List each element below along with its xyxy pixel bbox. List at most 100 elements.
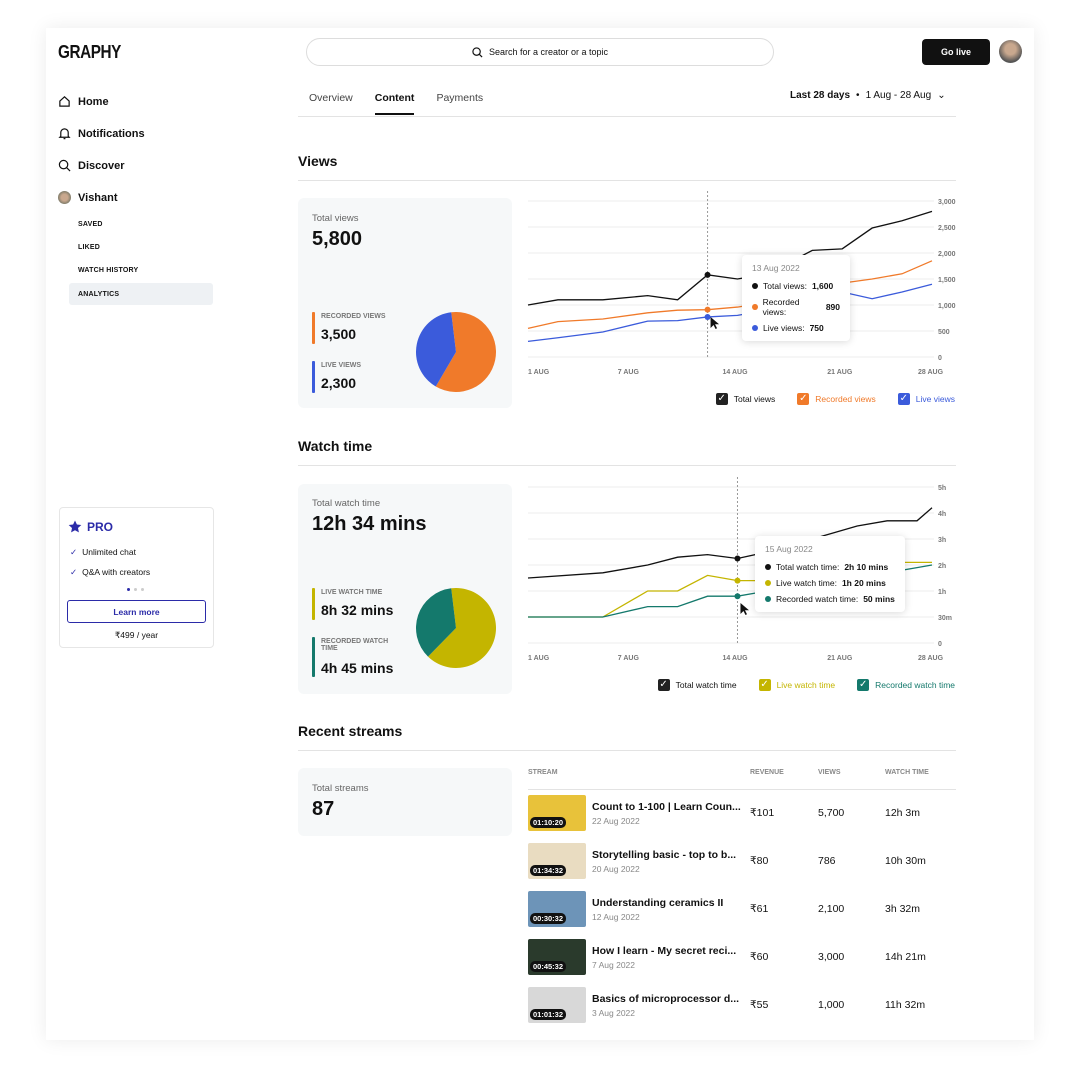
sidebar-item-profile[interactable]: Vishant [58,191,118,204]
hover-point [734,577,741,584]
column-header-revenue: REVENUE [750,769,784,776]
watch-legend: ✓ Total watch time ✓ Live watch time ✓ Reco… [657,679,955,691]
views-pie-chart [416,312,496,392]
stream-title[interactable]: Basics of microprocessor d... [592,993,756,1005]
sidebar-item-notifications[interactable]: Notifications [58,127,145,140]
table-row[interactable]: 00:45:32 How I learn - My secret reci...… [528,937,956,977]
legend-live-watch[interactable]: ✓ Live watch time [758,679,835,691]
stream-revenue: ₹101 [750,807,775,819]
column-header-views: VIEWS [818,769,841,776]
recorded-watch-value: 4h 45 mins [321,660,394,676]
date-range-select[interactable]: Last 28 days • 1 Aug - 28 Aug ⌄ [790,90,946,101]
tab-payments[interactable]: Payments [436,92,483,115]
hover-point [704,306,711,313]
search-placeholder: Search for a creator or a topic [488,47,609,57]
chevron-down-icon: ⌄ [937,90,946,101]
tab-content[interactable]: Content [374,92,415,115]
sidebar-item-liked[interactable]: LIKED [78,244,100,251]
stream-title[interactable]: Understanding ceramics II [592,897,756,909]
y-tick-label: 2,000 [938,251,956,258]
column-header-watch-time: WATCH TIME [885,769,929,776]
avatar[interactable] [999,40,1022,63]
stream-thumbnail[interactable]: 00:30:32 [528,891,586,927]
stream-thumbnail[interactable]: 00:45:32 [528,939,586,975]
sidebar-item-label: Home [78,95,109,108]
duration-badge: 01:10:20 [530,817,567,828]
sidebar-item-saved[interactable]: SAVED [78,221,103,228]
sidebar-item-label: Notifications [78,127,145,140]
legend-total-views[interactable]: ✓ Total views [715,393,775,405]
sidebar-item-home[interactable]: Home [58,95,109,108]
tooltip-date: 13 Aug 2022 [752,263,800,273]
sidebar-item-label: Vishant [78,191,118,204]
table-row[interactable]: 00:30:32 Understanding ceramics II 12 Aug… [528,889,956,929]
recorded-views-value: 3,500 [321,326,357,342]
series-line [527,210,933,306]
watch-summary: Total watch time 12h 34 mins LIVE WATCH … [298,484,512,694]
x-tick-label: 21 AUG [827,369,853,376]
star-badge-icon [68,520,82,533]
logo[interactable]: GRAPHY [58,42,121,63]
x-tick-label: 28 AUG [918,369,944,376]
views-tooltip: 13 Aug 2022 Total views: 1,600 Recorded v… [742,255,850,341]
x-tick-label: 7 AUG [618,655,640,662]
checkbox-icon: ✓ [715,393,728,405]
go-live-button[interactable]: Go live [922,39,990,65]
carousel-dots[interactable] [127,588,144,591]
duration-badge: 00:30:32 [530,913,567,924]
stream-views: 1,000 [818,999,845,1011]
check-icon: ✓ [70,547,78,557]
sidebar-item-watch-history[interactable]: WATCH HISTORY [78,267,138,274]
stream-thumbnail[interactable]: 01:01:32 [528,987,586,1023]
live-views-label: LIVE VIEWS [321,362,362,369]
y-tick-label: 2,500 [938,225,956,232]
sidebar-item-analytics[interactable]: ANALYTICS [69,283,213,305]
sidebar-item-discover[interactable]: Discover [58,159,124,172]
hover-point [704,271,711,278]
search-input[interactable]: Search for a creator or a topic [306,38,774,66]
y-tick-label: 0 [938,355,942,362]
stream-thumbnail[interactable]: 01:34:32 [528,843,586,879]
legend-recorded-views[interactable]: ✓ Recorded views [797,393,876,405]
live-watch-value: 8h 32 mins [321,602,394,618]
legend-recorded-watch[interactable]: ✓ Recorded watch time [857,679,955,691]
stream-title[interactable]: Count to 1-100 | Learn Coun... [592,801,756,813]
learn-more-button[interactable]: Learn more [67,600,206,623]
legend-live-views[interactable]: ✓ Live views [897,393,955,405]
views-heading: Views [298,153,338,169]
stream-date: 20 Aug 2022 [592,863,640,874]
y-tick-label: 5h [938,485,946,492]
check-icon: ✓ [70,567,78,577]
y-tick-label: 3,000 [938,199,956,206]
total-streams-label: Total streams [312,783,369,794]
stream-title[interactable]: How I learn - My secret reci... [592,945,756,957]
stream-title[interactable]: Storytelling basic - top to b... [592,849,756,861]
live-views-value: 2,300 [321,375,357,391]
checkbox-icon: ✓ [758,679,771,691]
cursor-icon [710,317,720,329]
column-header-stream: STREAM [528,769,558,776]
x-tick-label: 28 AUG [918,655,944,662]
table-row[interactable]: 01:10:20 Count to 1-100 | Learn Coun... 2… [528,793,956,833]
stream-date: 3 Aug 2022 [592,1007,636,1018]
table-row[interactable]: 01:34:32 Storytelling basic - top to b..… [528,841,956,881]
tab-overview[interactable]: Overview [309,92,353,115]
y-tick-label: 30m [938,615,952,622]
stream-thumbnail[interactable]: 01:10:20 [528,795,586,831]
stream-date: 22 Aug 2022 [592,815,640,826]
y-tick-label: 4h [938,511,946,518]
pro-title: PRO [87,520,114,534]
x-tick-label: 1 AUG [528,369,550,376]
table-row[interactable]: 01:01:32 Basics of microprocessor d... 3 … [528,985,956,1025]
range-label: Last 28 days [790,90,851,101]
duration-badge: 00:45:32 [530,961,567,972]
avatar [58,191,71,204]
search-icon [58,159,71,172]
streams-summary: Total streams 87 [298,768,512,836]
stream-watch-time: 10h 30m [885,855,926,867]
stream-views: 786 [818,855,836,867]
stream-watch-time: 14h 21m [885,951,926,963]
legend-total-watch[interactable]: ✓ Total watch time [657,679,737,691]
series-line [527,260,933,330]
range-dates: 1 Aug - 28 Aug [865,90,932,101]
